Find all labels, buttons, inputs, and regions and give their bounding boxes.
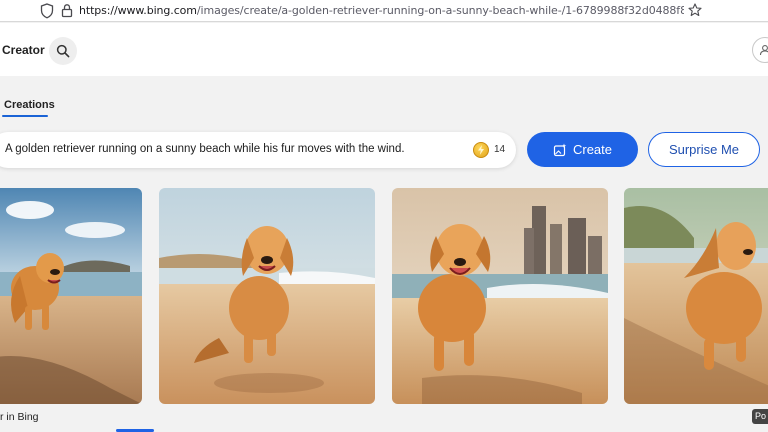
user-icon (759, 45, 768, 56)
prompt-input[interactable]: A golden retriever running on a sunny be… (0, 132, 516, 168)
browser-url-bar: https://www.bing.com/images/create/a-gol… (0, 0, 768, 22)
search-icon (56, 44, 70, 58)
boost-count: 14 (494, 144, 506, 155)
url-host: https://www.bing.com (79, 4, 197, 17)
lock-icon[interactable] (61, 3, 73, 18)
tab-creations[interactable]: Creations (4, 99, 55, 111)
search-button[interactable] (49, 37, 77, 65)
surprise-me-button[interactable]: Surprise Me (648, 132, 760, 167)
result-image-4[interactable] (624, 188, 768, 404)
create-button[interactable]: Create (527, 132, 638, 167)
bookmark-star-icon[interactable] (688, 3, 702, 17)
image-badge[interactable]: Po (752, 409, 768, 424)
surprise-label: Surprise Me (668, 142, 740, 157)
url-path: /images/create/a-golden-retriever-runnin… (196, 4, 684, 17)
create-label: Create (572, 142, 613, 157)
profile-button[interactable] (752, 37, 768, 63)
image-caption: r in Bing (0, 411, 39, 423)
address-field[interactable]: https://www.bing.com/images/create/a-gol… (79, 4, 684, 17)
page-title[interactable]: Creator (2, 43, 45, 57)
image-sparkle-icon (553, 143, 567, 156)
result-image-1[interactable] (0, 188, 142, 404)
prompt-text: A golden retriever running on a sunny be… (5, 143, 405, 155)
tab-active-indicator (2, 115, 48, 117)
shield-icon[interactable] (40, 3, 54, 19)
result-image-2[interactable] (159, 188, 375, 404)
site-header: Creator (0, 23, 768, 76)
result-image-3[interactable] (392, 188, 608, 404)
coin-icon (473, 142, 489, 158)
